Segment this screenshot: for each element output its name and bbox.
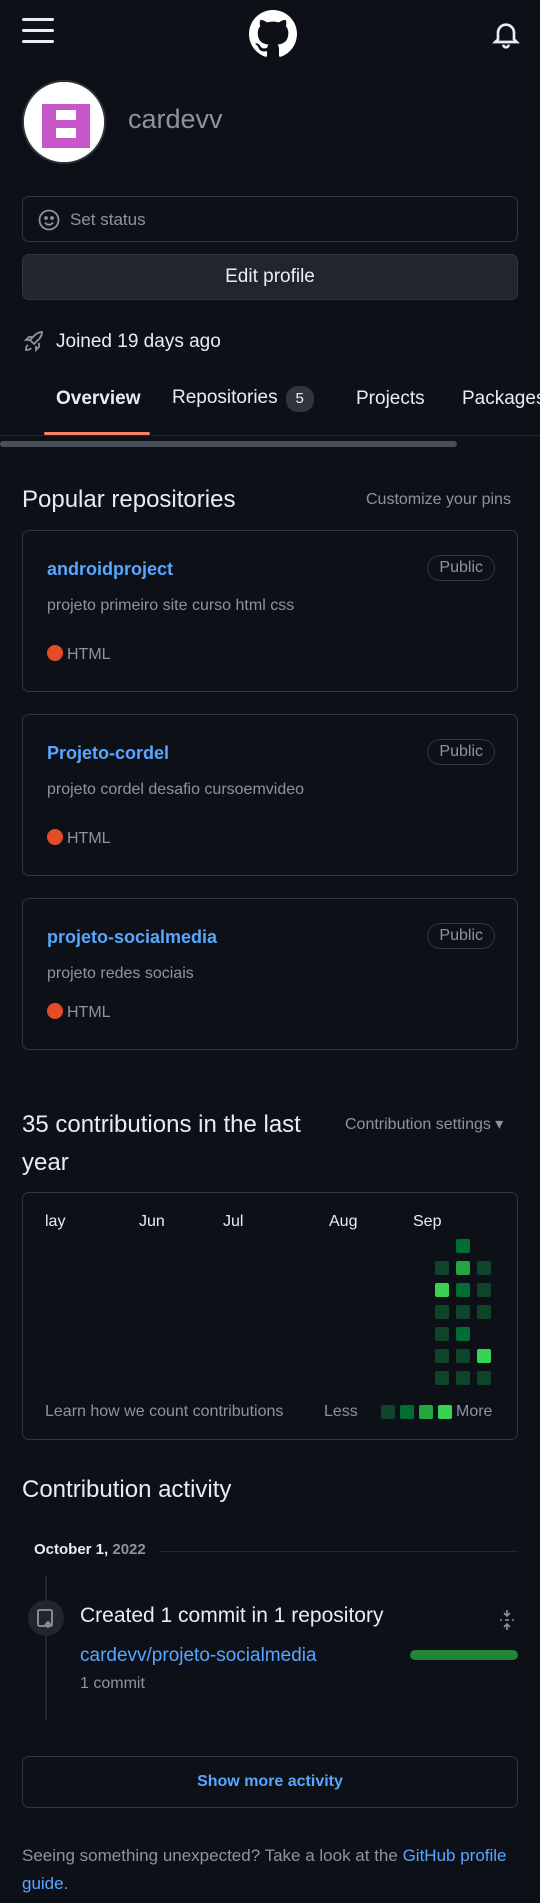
repo-description: projeto primeiro site curso html css — [47, 597, 295, 614]
month-label: Sep — [413, 1213, 442, 1230]
month-label: Jun — [139, 1213, 165, 1230]
activity-repo-link[interactable]: cardevv/projeto-socialmedia — [80, 1645, 317, 1667]
top-navigation-bar — [0, 0, 540, 70]
timeline-line — [45, 1576, 47, 1720]
legend-level-cell — [419, 1405, 433, 1419]
contribution-day-cell[interactable] — [456, 1371, 470, 1385]
customize-pins-link[interactable]: Customize your pins — [366, 491, 511, 509]
profile-tabs: Overview Repositories 5 Projects Packages — [0, 370, 540, 436]
fold-icon[interactable] — [497, 1608, 517, 1632]
visibility-badge: Public — [427, 739, 495, 765]
contribution-day-cell[interactable] — [477, 1349, 491, 1363]
footer-note: Seeing something unexpected? Take a look… — [22, 1842, 522, 1898]
tab-projects[interactable]: Projects — [356, 388, 425, 410]
set-status-label: Set status — [70, 210, 146, 229]
language-color-dot — [47, 645, 63, 661]
contribution-day-cell[interactable] — [477, 1371, 491, 1385]
date-divider — [160, 1551, 518, 1552]
contribution-day-cell[interactable] — [477, 1283, 491, 1297]
github-octocat-icon[interactable] — [249, 10, 297, 58]
activity-event-text: Created 1 commit in 1 repository — [80, 1604, 384, 1627]
language-name: HTML — [67, 1004, 111, 1021]
contribution-day-cell[interactable] — [456, 1283, 470, 1297]
language-name: HTML — [67, 830, 111, 847]
rocket-icon — [23, 331, 43, 353]
footer-text: Seeing something unexpected? Take a look… — [22, 1846, 403, 1865]
visibility-badge: Public — [427, 923, 495, 949]
activity-date-year: 2022 — [112, 1541, 146, 1558]
language-name: HTML — [67, 646, 111, 663]
contribution-day-cell[interactable] — [435, 1261, 449, 1275]
activity-commit-count[interactable]: 1 commit — [80, 1675, 145, 1693]
month-label: Aug — [329, 1213, 358, 1230]
identicon-image — [24, 82, 104, 162]
repo-name-link[interactable]: androidproject — [47, 559, 173, 580]
contribution-day-cell[interactable] — [456, 1327, 470, 1341]
tab-overview[interactable]: Overview — [56, 388, 141, 410]
legend-level-cell — [400, 1405, 414, 1419]
legend-more-label: More — [456, 1403, 493, 1420]
commit-progress-bar — [410, 1650, 518, 1660]
language-color-dot — [47, 829, 63, 845]
contribution-day-cell[interactable] — [435, 1349, 449, 1363]
tab-label: Projects — [356, 388, 425, 409]
repo-card: androidproject Public projeto primeiro s… — [22, 530, 518, 692]
joined-info: Joined 19 days ago — [22, 330, 221, 354]
active-tab-indicator — [44, 432, 150, 435]
show-more-activity-button[interactable]: Show more activity — [22, 1756, 518, 1808]
popular-repositories-heading: Popular repositories — [22, 486, 236, 513]
repositories-count-badge: 5 — [285, 386, 314, 412]
contribution-day-cell[interactable] — [435, 1283, 449, 1297]
set-status-button[interactable]: Set status — [22, 196, 518, 242]
repo-language: HTML — [47, 1003, 111, 1022]
joined-text: Joined 19 days ago — [56, 331, 221, 353]
contributions-heading: 35 contributions in the last year — [22, 1111, 301, 1176]
contribution-day-cell[interactable] — [456, 1239, 470, 1253]
repo-language: HTML — [47, 645, 111, 664]
contribution-day-cell[interactable] — [477, 1305, 491, 1319]
contribution-day-cell[interactable] — [456, 1349, 470, 1363]
repo-push-icon — [28, 1600, 64, 1636]
tab-packages[interactable]: Packages — [462, 388, 540, 410]
tab-label: Overview — [56, 388, 141, 409]
legend-level-cell — [438, 1405, 452, 1419]
contribution-day-cell[interactable] — [477, 1261, 491, 1275]
activity-date: October 1, 2022 — [34, 1541, 146, 1558]
contribution-day-cell[interactable] — [456, 1305, 470, 1319]
legend-level-cell — [381, 1405, 395, 1419]
repo-card: projeto-socialmedia Public projeto redes… — [22, 898, 518, 1050]
smiley-icon — [38, 209, 60, 231]
repo-language: HTML — [47, 829, 111, 848]
contribution-activity-heading: Contribution activity — [22, 1476, 232, 1503]
contribution-settings-dropdown[interactable]: Contribution settings ▾ — [345, 1114, 503, 1134]
repo-name-link[interactable]: projeto-socialmedia — [47, 927, 217, 948]
tab-label: Repositories — [172, 387, 278, 408]
contribution-day-cell[interactable] — [435, 1327, 449, 1341]
contribution-graph: lay Jun Jul Aug Sep Learn how we count c… — [22, 1192, 518, 1440]
repo-description: projeto redes sociais — [47, 965, 194, 982]
month-label: Jul — [223, 1213, 244, 1230]
repo-name-link[interactable]: Projeto-cordel — [47, 743, 169, 764]
contribution-day-cell[interactable] — [435, 1305, 449, 1319]
repo-card: Projeto-cordel Public projeto cordel des… — [22, 714, 518, 876]
legend-less-label: Less — [324, 1403, 358, 1420]
visibility-badge: Public — [427, 555, 495, 581]
activity-date-day: October 1, — [34, 1541, 109, 1558]
edit-profile-button[interactable]: Edit profile — [22, 254, 518, 300]
contribution-day-cell[interactable] — [456, 1261, 470, 1275]
tab-repositories[interactable]: Repositories 5 — [172, 386, 314, 412]
profile-username: cardevv — [128, 104, 223, 134]
footer-end: . — [63, 1874, 69, 1893]
hamburger-icon[interactable] — [22, 18, 54, 46]
month-label: lay — [45, 1213, 66, 1230]
contribution-day-cell[interactable] — [435, 1371, 449, 1385]
tab-label: Packages — [462, 388, 540, 409]
learn-contributions-link[interactable]: Learn how we count contributions — [45, 1403, 283, 1421]
tabs-scrollbar[interactable] — [0, 441, 457, 447]
bell-icon[interactable] — [490, 18, 522, 50]
language-color-dot — [47, 1003, 63, 1019]
repo-description: projeto cordel desafio cursoemvideo — [47, 781, 305, 798]
avatar[interactable] — [22, 80, 106, 164]
